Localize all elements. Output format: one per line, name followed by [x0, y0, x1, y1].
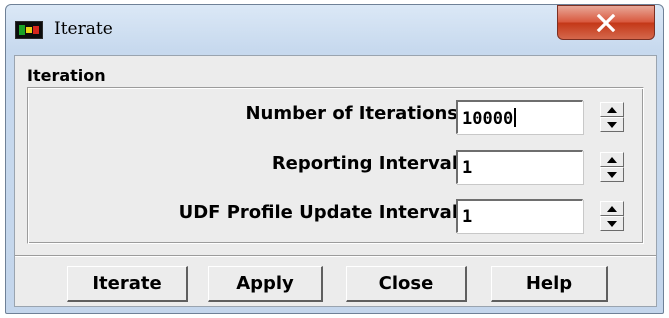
title-bar[interactable]: Iterate: [6, 5, 663, 55]
arrow-up-icon: [607, 106, 617, 113]
number-of-iterations-label: Number of Iterations: [245, 103, 458, 124]
number-of-iterations-value: 10000: [462, 109, 514, 129]
spinner-up-button[interactable]: [600, 102, 624, 117]
apply-button[interactable]: Apply: [208, 266, 323, 302]
udf-profile-update-interval-spinner[interactable]: [600, 201, 624, 231]
text-caret: [514, 108, 517, 127]
help-button[interactable]: Help: [491, 266, 608, 302]
arrow-up-icon: [607, 205, 617, 212]
arrow-down-icon: [607, 171, 617, 178]
spinner-down-button[interactable]: [600, 117, 624, 132]
udf-profile-update-interval-input[interactable]: 1: [456, 199, 583, 233]
button-area-separator: [15, 255, 656, 257]
udf-profile-update-interval-value: 1: [462, 207, 473, 227]
udf-profile-update-interval-label: UDF Profile Update Interval: [178, 202, 458, 223]
reporting-interval-value: 1: [462, 158, 473, 178]
dialog-client-area: Iteration Number of Iterations 10000 Rep…: [14, 55, 657, 307]
reporting-interval-spinner[interactable]: [600, 152, 624, 182]
iterate-dialog-window: Iterate Iteration Number of Iterations 1…: [5, 4, 664, 314]
spinner-down-button[interactable]: [600, 216, 624, 231]
iterate-button[interactable]: Iterate: [67, 266, 188, 302]
spinner-up-button[interactable]: [600, 201, 624, 216]
reporting-interval-label: Reporting Interval: [271, 153, 458, 174]
reporting-interval-input[interactable]: 1: [456, 150, 583, 184]
fluent-app-icon: [15, 21, 43, 39]
spinner-down-button[interactable]: [600, 167, 624, 182]
close-icon: [596, 13, 616, 32]
spinner-up-button[interactable]: [600, 152, 624, 167]
arrow-down-icon: [607, 220, 617, 227]
window-close-button[interactable]: [557, 5, 655, 40]
arrow-down-icon: [607, 121, 617, 128]
iteration-group-label: Iteration: [27, 66, 106, 85]
close-button[interactable]: Close: [346, 266, 467, 302]
arrow-up-icon: [607, 156, 617, 163]
number-of-iterations-input[interactable]: 10000: [456, 100, 583, 134]
window-title: Iterate: [54, 19, 113, 39]
number-of-iterations-spinner[interactable]: [600, 102, 624, 132]
